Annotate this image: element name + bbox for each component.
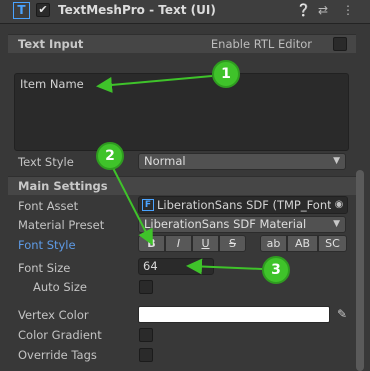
callout-1-arrow <box>96 75 213 93</box>
annotation-arrows <box>96 75 263 275</box>
callout-2: 2 <box>96 142 124 170</box>
callout-3: 3 <box>262 256 290 284</box>
callout-2-arrow <box>112 167 153 246</box>
callout-3-arrow <box>186 258 263 275</box>
callout-1: 1 <box>212 60 240 88</box>
